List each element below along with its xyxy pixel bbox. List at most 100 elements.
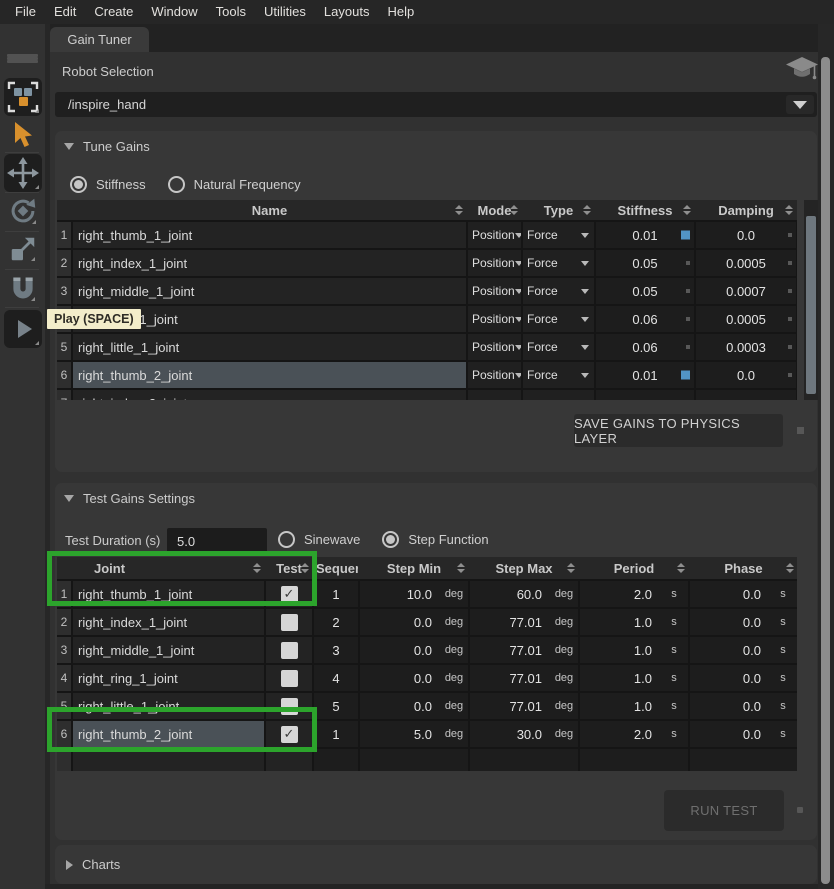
test-period-field[interactable]: 1.0s	[580, 637, 688, 663]
tune-radio-option-stiffness[interactable]: Stiffness	[70, 176, 146, 193]
gains-mode-dropdown[interactable]: Position	[468, 306, 521, 332]
value-changed-indicator[interactable]	[681, 371, 690, 380]
test-step-max-field[interactable]: 60.0deg	[470, 581, 578, 607]
gains-joint-name[interactable]: right_little_1_joint	[73, 334, 466, 360]
gains-joint-name[interactable]: right_thumb_1_joint	[73, 222, 466, 248]
gains-mode-dropdown[interactable]: Position	[468, 362, 521, 388]
test-radio-option-sinewave[interactable]: Sinewave	[278, 531, 360, 548]
test-joint-name[interactable]	[73, 749, 264, 771]
column-header-step-max[interactable]: Step Max	[470, 557, 578, 579]
gains-mode-dropdown[interactable]: Position	[468, 250, 521, 276]
test-period-field[interactable]: 1.0s	[580, 665, 688, 691]
test-phase-field[interactable]: 0.0s	[690, 609, 797, 635]
gains-damping-field[interactable]: 0.0005	[696, 250, 796, 276]
test-checkbox[interactable]	[281, 642, 298, 659]
test-duration-input[interactable]	[167, 528, 267, 554]
test-step-max-field[interactable]: 77.01deg	[470, 609, 578, 635]
test-phase-field[interactable]: 0.0s	[690, 665, 797, 691]
gains-mode-dropdown[interactable]: Position	[468, 222, 521, 248]
gains-stiffness-field[interactable]: 0.05	[596, 250, 694, 276]
test-step-max-field[interactable]: 77.01deg	[470, 665, 578, 691]
test-step-min-field[interactable]: 0.0deg	[360, 637, 468, 663]
tune-gains-header[interactable]: Tune Gains	[64, 139, 150, 154]
test-joint-name[interactable]: right_index_1_joint	[73, 609, 264, 635]
tune-radio-stiffness[interactable]	[70, 176, 87, 193]
test-step-max-field[interactable]: 77.01deg	[470, 693, 578, 719]
test-radio-step-function[interactable]	[382, 531, 399, 548]
gains-joint-name[interactable]: right_thumb_2_joint	[73, 362, 466, 388]
test-radio-sinewave[interactable]	[278, 531, 295, 548]
value-default-indicator[interactable]	[788, 289, 792, 293]
gains-stiffness-field[interactable]: 0.06	[596, 334, 694, 360]
gains-damping-field[interactable]: 0.0003	[696, 334, 796, 360]
column-header-test[interactable]: Test	[266, 557, 312, 579]
test-step-min-field[interactable]	[360, 749, 468, 771]
dropdown-open-button[interactable]	[786, 95, 814, 114]
menu-item-window[interactable]: Window	[142, 0, 206, 24]
gains-type-dropdown[interactable]: Force	[523, 278, 594, 304]
test-phase-field[interactable]: 0.0s	[690, 693, 797, 719]
gains-joint-name[interactable]: right_index_1_joint	[73, 250, 466, 276]
test-joint-name[interactable]: right_thumb_2_joint	[73, 721, 264, 747]
test-sequence-field[interactable]: 1	[314, 721, 358, 747]
tab-gain-tuner[interactable]: Gain Tuner	[50, 27, 149, 52]
test-period-field[interactable]: 1.0s	[580, 609, 688, 635]
panel-scrollbar-thumb[interactable]	[821, 57, 830, 884]
value-default-indicator[interactable]	[788, 345, 792, 349]
value-default-indicator[interactable]	[686, 317, 690, 321]
gains-joint-name[interactable]: right_index_2_joint	[73, 390, 466, 400]
hamburger-menu-icon[interactable]	[7, 54, 38, 71]
test-sequence-field[interactable]: 1	[314, 581, 358, 607]
save-gains-reset-indicator[interactable]	[797, 427, 804, 434]
value-default-indicator[interactable]	[686, 261, 690, 265]
test-checkbox[interactable]	[281, 698, 298, 715]
column-header-damping[interactable]: Damping	[696, 200, 796, 220]
test-joint-name[interactable]: right_middle_1_joint	[73, 637, 264, 663]
column-header-phase[interactable]: Phase	[690, 557, 797, 579]
test-radio-option-step-function[interactable]: Step Function	[382, 531, 488, 548]
test-gains-header[interactable]: Test Gains Settings	[64, 491, 195, 506]
robot-selection-dropdown[interactable]: /inspire_hand	[55, 92, 817, 117]
test-joint-name[interactable]: right_little_1_joint	[73, 693, 264, 719]
gains-stiffness-field[interactable]: 0.05	[596, 278, 694, 304]
gains-damping-field[interactable]: 0.0	[696, 362, 796, 388]
save-gains-button[interactable]: SAVE GAINS TO PHYSICS LAYER	[574, 414, 783, 447]
menu-item-help[interactable]: Help	[378, 0, 423, 24]
column-header-type[interactable]: Type	[523, 200, 594, 220]
select-cursor-icon[interactable]	[10, 120, 36, 150]
test-checkbox[interactable]	[281, 614, 298, 631]
column-header-mode[interactable]: Mode	[468, 200, 521, 220]
menu-item-create[interactable]: Create	[85, 0, 142, 24]
menu-item-tools[interactable]: Tools	[207, 0, 255, 24]
run-test-button[interactable]: RUN TEST	[664, 790, 784, 831]
test-joint-name[interactable]: right_ring_1_joint	[73, 665, 264, 691]
rotate-tool-icon[interactable]	[7, 195, 39, 227]
scale-tool-icon[interactable]	[8, 234, 38, 264]
snap-magnet-icon[interactable]	[8, 272, 38, 304]
column-header-name[interactable]: Name	[73, 200, 466, 220]
test-phase-field[interactable]	[690, 749, 797, 771]
gains-table-scrollbar-thumb[interactable]	[806, 216, 816, 394]
test-step-min-field[interactable]: 0.0deg	[360, 693, 468, 719]
test-sequence-field[interactable]	[314, 749, 358, 771]
test-step-min-field[interactable]: 5.0deg	[360, 721, 468, 747]
gains-type-dropdown[interactable]: Force	[523, 362, 594, 388]
gains-damping-field[interactable]: 0.0007	[696, 278, 796, 304]
menu-item-edit[interactable]: Edit	[45, 0, 85, 24]
gains-mode-dropdown[interactable]: Position	[468, 278, 521, 304]
test-step-max-field[interactable]: 30.0deg	[470, 721, 578, 747]
run-test-reset-indicator[interactable]	[797, 807, 803, 813]
test-step-min-field[interactable]: 0.0deg	[360, 665, 468, 691]
column-header-sequence[interactable]: Sequer	[314, 557, 358, 579]
test-step-max-field[interactable]: 77.01deg	[470, 637, 578, 663]
value-default-indicator[interactable]	[686, 289, 690, 293]
test-period-field[interactable]: 2.0s	[580, 581, 688, 607]
test-sequence-field[interactable]: 5	[314, 693, 358, 719]
column-header-joint[interactable]: Joint	[73, 557, 264, 579]
test-step-min-field[interactable]: 0.0deg	[360, 609, 468, 635]
menu-item-layouts[interactable]: Layouts	[315, 0, 379, 24]
test-checkbox[interactable]	[281, 726, 298, 743]
gains-mode-dropdown[interactable]: Position	[468, 334, 521, 360]
test-phase-field[interactable]: 0.0s	[690, 721, 797, 747]
column-header-stiffness[interactable]: Stiffness	[596, 200, 694, 220]
